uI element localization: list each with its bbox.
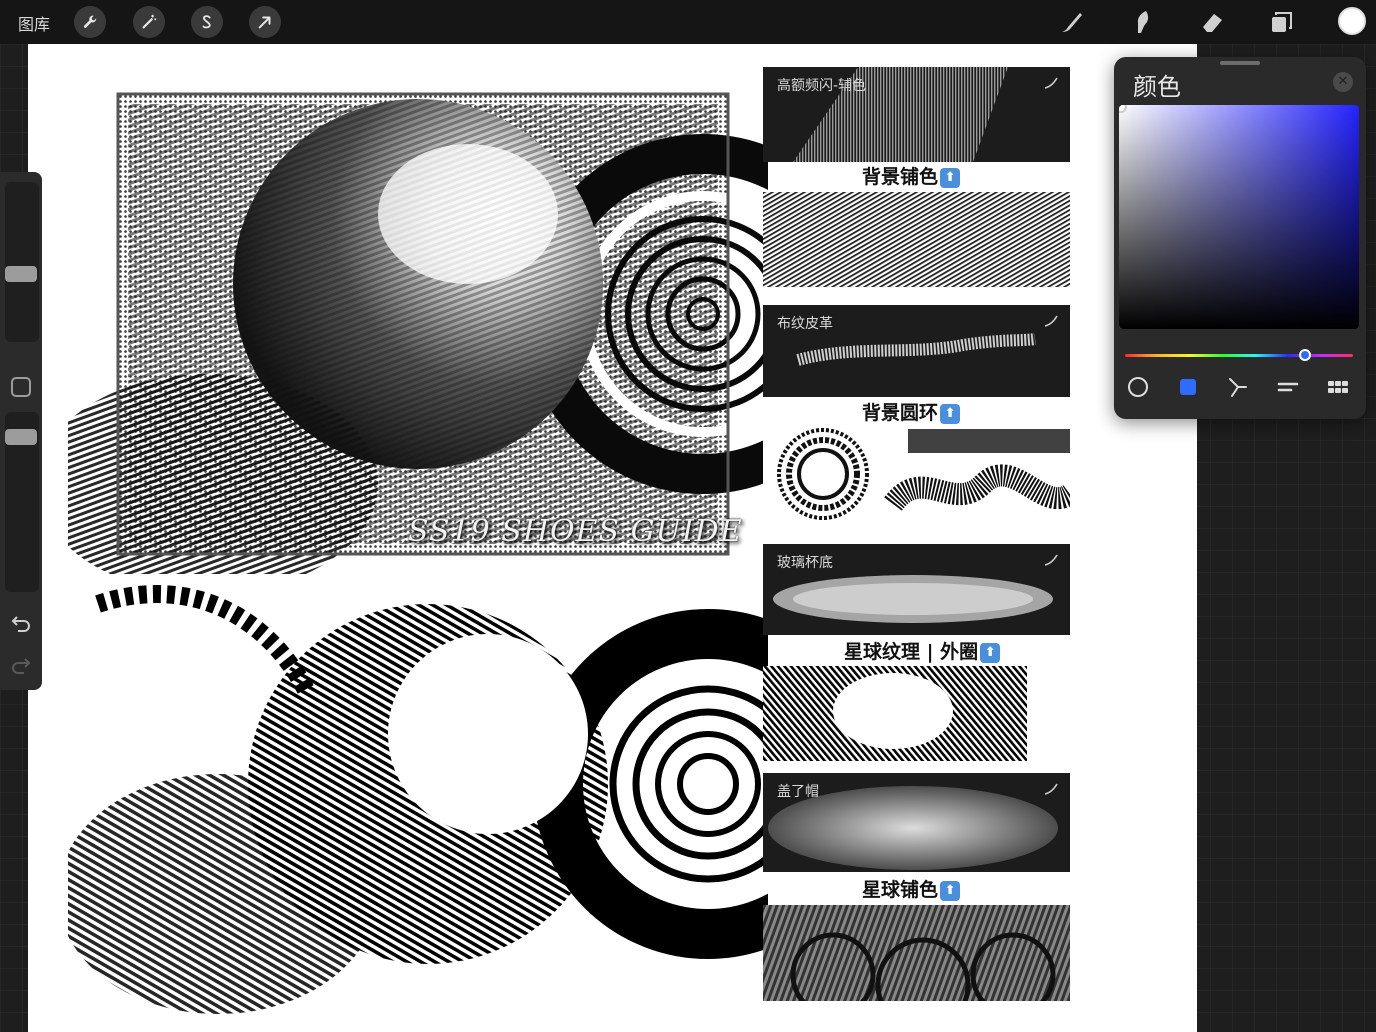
brush-card-3[interactable]: 玻璃杯底 [763, 544, 1070, 635]
smudge-icon[interactable] [1128, 8, 1156, 36]
eyedropper-button[interactable] [11, 377, 31, 397]
layers-icon[interactable] [1268, 8, 1296, 36]
color-panel: 颜色 ✕ [1114, 57, 1366, 419]
brush-size-knob[interactable] [5, 266, 37, 282]
brush-icon[interactable] [1058, 8, 1086, 36]
brush-name: 布纹皮革 [777, 316, 833, 332]
redo-icon[interactable] [9, 654, 33, 678]
magic-wand-icon[interactable] [133, 6, 165, 38]
hue-slider-knob[interactable] [1299, 349, 1311, 361]
brush-card-2[interactable]: 布纹皮革 [763, 305, 1070, 397]
classic-mode-icon[interactable] [1176, 375, 1200, 399]
brush-sample-4 [763, 905, 1070, 1001]
eraser-icon[interactable] [1198, 8, 1226, 36]
saturation-brightness-field[interactable] [1119, 105, 1359, 329]
value-mode-icon[interactable] [1276, 375, 1300, 399]
up-arrow-icon: ⬆ [940, 168, 961, 188]
brush-name: 高额频闪-辅色 [777, 78, 867, 94]
hue-slider[interactable] [1125, 349, 1353, 361]
brush-stroke-icon [1044, 77, 1058, 89]
selection-icon[interactable] [191, 6, 223, 38]
brush-stroke-icon [1044, 554, 1058, 566]
brush-sample-1 [763, 192, 1070, 287]
artwork-top [68, 64, 768, 574]
brush-size-slider[interactable] [5, 182, 39, 342]
up-arrow-icon: ⬆ [940, 404, 961, 424]
brush-stroke-icon [1044, 315, 1058, 327]
brush-caption-4: 星球铺色 ⬆ [862, 875, 961, 902]
top-toolbar: 图库 [0, 0, 1376, 44]
brush-sample-2 [763, 424, 1070, 524]
disc-mode-icon[interactable] [1126, 375, 1150, 399]
panel-grab-handle[interactable] [1220, 61, 1260, 65]
brush-sample-3 [763, 666, 1027, 761]
palettes-mode-icon[interactable] [1326, 375, 1350, 399]
current-color-swatch[interactable] [1338, 7, 1366, 35]
close-icon[interactable]: ✕ [1333, 72, 1353, 92]
undo-icon[interactable] [9, 612, 33, 636]
artwork-bottom [68, 554, 768, 1024]
harmony-mode-icon[interactable] [1226, 375, 1250, 399]
gallery-button[interactable]: 图库 [18, 11, 50, 35]
brush-card-4[interactable]: 盖了帽 [763, 773, 1070, 872]
brush-name: 玻璃杯底 [777, 555, 833, 571]
up-arrow-icon: ⬆ [940, 881, 961, 901]
opacity-knob[interactable] [5, 429, 37, 445]
brush-caption-1: 背景铺色 ⬆ [862, 162, 961, 189]
up-arrow-icon: ⬆ [980, 643, 1001, 663]
brush-stroke-icon [1044, 783, 1058, 795]
left-sidebar [0, 172, 42, 690]
color-panel-title: 颜色 [1133, 73, 1181, 101]
artwork-title: SS19 SHOES GUIDE [408, 514, 743, 549]
brush-card-1[interactable]: 高额频闪-辅色 [763, 67, 1070, 162]
brush-caption-3: 星球纹理 | 外圈 ⬆ [844, 637, 1001, 664]
wrench-icon[interactable] [74, 6, 106, 38]
brush-name: 盖了帽 [777, 784, 819, 800]
transform-arrow-icon[interactable] [249, 6, 281, 38]
brush-caption-2: 背景圆环 ⬆ [862, 398, 961, 425]
